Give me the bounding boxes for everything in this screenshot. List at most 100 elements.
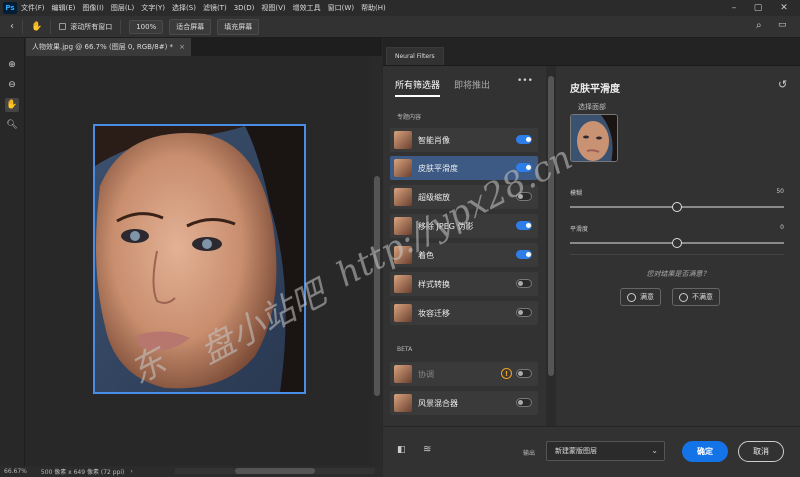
menu-image[interactable]: 图像(I) xyxy=(82,3,104,13)
scrollbar-thumb[interactable] xyxy=(235,468,315,474)
filter-thumbnail xyxy=(394,246,412,264)
menu-type[interactable]: 文字(Y) xyxy=(141,3,165,13)
cancel-button[interactable]: 取消 xyxy=(738,441,784,462)
filter-item-skin-smoothing[interactable]: 皮肤平滑度 xyxy=(390,156,538,180)
blur-slider-track[interactable] xyxy=(570,202,784,212)
close-window-icon[interactable]: ✕ xyxy=(772,0,796,16)
filter-item-harmonization[interactable]: 协调 ! xyxy=(390,362,538,386)
menu-layer[interactable]: 图层(L) xyxy=(111,3,134,13)
filter-item-jpeg-artifacts[interactable]: 移除 JPEG 伪影 xyxy=(390,214,538,238)
menu-edit[interactable]: 编辑(E) xyxy=(52,3,76,13)
scroll-all-checkbox[interactable] xyxy=(59,23,67,30)
satisfied-button[interactable]: 满意 xyxy=(620,288,661,306)
ok-button[interactable]: 确定 xyxy=(682,441,728,462)
filter-label: 着色 xyxy=(418,250,434,260)
filter-item-smart-portrait[interactable]: 智能肖像 xyxy=(390,128,538,152)
filter-item-style-transfer[interactable]: 样式转换 xyxy=(390,272,538,296)
warning-icon[interactable]: ! xyxy=(501,368,512,379)
menu-bar: Ps 文件(F) 编辑(E) 图像(I) 图层(L) 文字(Y) 选择(S) 滤… xyxy=(0,0,800,16)
filter-toggle[interactable] xyxy=(516,369,532,378)
menu-filter[interactable]: 滤镜(T) xyxy=(203,3,227,13)
chevron-right-icon[interactable]: › xyxy=(130,468,132,475)
scrollbar-thumb[interactable] xyxy=(374,176,380,396)
workspace-icon[interactable]: ▭ xyxy=(778,20,787,30)
tab-all-filters[interactable]: 所有筛选器 xyxy=(395,78,441,97)
face-thumbnail[interactable] xyxy=(570,114,618,162)
menu-3d[interactable]: 3D(D) xyxy=(234,4,255,12)
output-select[interactable]: 新建蒙版图层 ⌄ xyxy=(546,441,665,461)
divider xyxy=(570,254,784,255)
filter-item-makeup-transfer[interactable]: 妆容迁移 xyxy=(390,301,538,325)
frown-icon xyxy=(679,292,688,302)
menu-select[interactable]: 选择(S) xyxy=(172,3,196,13)
options-bar: ‹ ✋ 滚动所有窗口 100% 适合屏幕 填充屏幕 ⌕ ▭ xyxy=(0,16,800,38)
layers-icon[interactable]: ≋ xyxy=(423,444,431,455)
filters-scrollbar[interactable] xyxy=(546,66,556,426)
zoom-level[interactable]: 66.67% xyxy=(4,468,27,475)
zoom-100-button[interactable]: 100% xyxy=(129,19,164,34)
filter-settings-panel: 皮肤平滑度 ↺ 选择面部 模糊 50 平滑度 0 您对结果是否满意？ 满意 不满… xyxy=(556,66,800,426)
neural-filters-tab[interactable]: Neural Filters xyxy=(386,47,444,65)
zoom-in-icon[interactable]: ⊕ xyxy=(5,58,19,72)
filter-toggle[interactable] xyxy=(516,308,532,317)
zoom-out-icon[interactable]: ⊖ xyxy=(5,78,19,92)
zoom-tool-icon[interactable]: 🔍︎ xyxy=(5,118,19,132)
satisfied-label: 满意 xyxy=(640,293,654,301)
blur-slider-handle[interactable] xyxy=(672,202,682,212)
filter-thumbnail xyxy=(394,159,412,177)
filter-item-landscape-mixer[interactable]: 风景混合器 xyxy=(390,391,538,415)
search-icon[interactable]: ⌕ xyxy=(756,20,762,31)
blur-value: 50 xyxy=(776,188,784,195)
portrait-photo xyxy=(93,124,306,394)
filter-toggle[interactable] xyxy=(516,250,532,259)
smoothness-slider-handle[interactable] xyxy=(672,238,682,248)
compare-icon[interactable]: ◧ xyxy=(397,445,406,455)
menu-file[interactable]: 文件(F) xyxy=(21,3,45,13)
menu-plugins[interactable]: 增效工具 xyxy=(293,3,321,13)
filter-toggle[interactable] xyxy=(516,135,532,144)
filter-toggle[interactable] xyxy=(516,192,532,201)
fit-screen-button[interactable]: 适合屏幕 xyxy=(169,18,212,35)
filter-thumbnail xyxy=(394,131,412,149)
divider xyxy=(50,19,52,34)
fill-screen-button[interactable]: 填充屏幕 xyxy=(217,18,260,35)
filter-label: 超级缩放 xyxy=(418,192,450,202)
scrollbar-thumb[interactable] xyxy=(548,76,554,376)
filter-thumbnail xyxy=(394,365,412,383)
menu-view[interactable]: 视图(V) xyxy=(261,3,285,13)
filter-toggle[interactable] xyxy=(516,163,532,172)
filter-label: 样式转换 xyxy=(418,279,450,289)
smoothness-value: 0 xyxy=(780,224,784,231)
tab-coming-soon[interactable]: 即将推出 xyxy=(454,78,490,97)
filter-toggle[interactable] xyxy=(516,398,532,407)
filter-toggle[interactable] xyxy=(516,221,532,230)
hand-tool-icon: ✋ xyxy=(31,21,43,32)
menu-help[interactable]: 帮助(H) xyxy=(361,3,386,13)
reset-icon[interactable]: ↺ xyxy=(778,78,787,91)
smoothness-slider-track[interactable] xyxy=(570,238,784,248)
output-label: 输出 xyxy=(523,450,536,457)
maximize-icon[interactable]: ▢ xyxy=(746,0,770,16)
close-tab-icon[interactable]: × xyxy=(179,43,185,51)
filter-item-colorize[interactable]: 着色 xyxy=(390,243,538,267)
filters-list-panel: 所有筛选器 即将推出 ••• 专题内容 智能肖像 皮肤平滑度 超级缩放 移除 J… xyxy=(383,66,546,426)
filter-thumbnail xyxy=(394,394,412,412)
canvas-vertical-scrollbar[interactable] xyxy=(372,56,382,466)
chevron-down-icon: ⌄ xyxy=(651,446,658,455)
hand-tool-icon[interactable]: ✋ xyxy=(5,98,19,112)
divider xyxy=(22,19,23,34)
neural-filters-footer: ◧ ≋ 输出 新建蒙版图层 ⌄ 确定 取消 xyxy=(383,426,800,477)
minimize-icon[interactable]: – xyxy=(722,0,746,16)
unsatisfied-label: 不满意 xyxy=(692,293,713,301)
canvas-horizontal-scrollbar[interactable] xyxy=(175,468,375,474)
smoothness-label: 平滑度 xyxy=(570,226,589,233)
scroll-all-label: 滚动所有窗口 xyxy=(70,22,113,31)
document-tab[interactable]: 人物效果.jpg @ 66.7% (图层 0, RGB/8#) * × xyxy=(26,38,191,56)
more-options-icon[interactable]: ••• xyxy=(517,76,533,86)
unsatisfied-button[interactable]: 不满意 xyxy=(672,288,720,306)
filter-label: 皮肤平滑度 xyxy=(418,163,458,173)
filter-toggle[interactable] xyxy=(516,279,532,288)
filter-item-super-zoom[interactable]: 超级缩放 xyxy=(390,185,538,209)
menu-window[interactable]: 窗口(W) xyxy=(328,3,354,13)
back-arrow-icon[interactable]: ‹ xyxy=(10,21,14,32)
